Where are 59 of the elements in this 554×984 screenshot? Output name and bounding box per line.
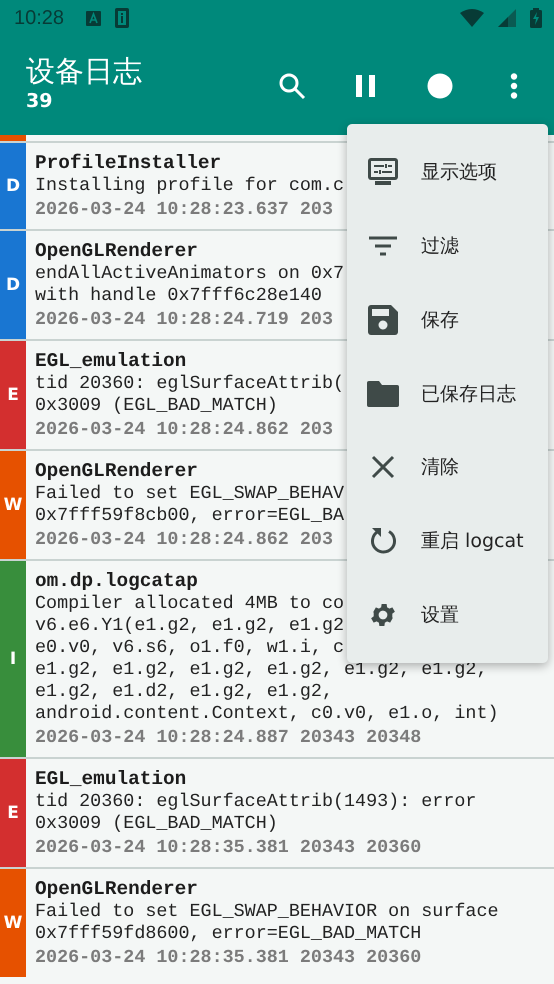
level-letter: D [6,275,20,295]
more-options-icon [510,72,518,98]
menu-item[interactable]: 设置 [347,578,548,652]
log-count: 39 [26,90,54,112]
search-icon [278,72,306,100]
log-meta: 2026-03-24 10:28:35.381 20343 20360 [35,836,422,860]
log-meta: 2026-03-24 10:28:24.887 20343 20348 [35,726,422,750]
log-tag: OpenGLRenderer [35,459,198,483]
folder-icon [367,380,399,406]
signal-icon [498,9,516,27]
log-message: e1.g2, e1.d2, e1.g2, e1.g2, [35,681,333,703]
close-icon [371,455,395,480]
level-letter: E [7,803,19,823]
pause-icon [356,74,376,96]
log-message: Failed to set EGL_SWAP_BEHAV [35,483,344,505]
log-tag: EGL_emulation [35,349,186,373]
level-letter: I [10,649,16,669]
log-message: android.content.Context, c0.v0, e1.o, int) [35,703,499,725]
log-message: v6.e6.Y1(e1.g2, e1.g2, e1.g2 [35,615,344,637]
level-letter: W [4,495,22,515]
log-entry[interactable]: W OpenGLRenderer Failed to set EGL_SWAP_BEHAVIOR on surface 0x7fff59fd8600, error=EGL_BAD_MATCH 2026-03-24 10:28:35.381 20343 20360 [0,869,554,977]
log-tag: OpenGLRenderer [35,239,198,263]
status-time: 10:28 [14,6,64,30]
battery-charging-icon [530,8,542,28]
log-message: 0x3009 (EGL_BAD_MATCH) [35,813,278,835]
log-message: Compiler allocated 4MB to co [35,593,344,615]
log-tag: om.dp.logcatap [35,569,198,593]
log-meta: 2026-03-24 10:28:35.381 20343 20360 [35,946,422,970]
notification-a-icon [86,10,102,26]
log-message: Failed to set EGL_SWAP_BEHAVIOR on surface [35,901,499,923]
log-message: 0x7fff59fd8600, error=EGL_BAD_MATCH [35,923,422,945]
log-message: e1.g2, e1.g2, e1.g2, e1.g2, e1.g2, e1.g2, [35,659,488,681]
level-letter: E [7,385,19,405]
log-message: Installing profile for com.c [35,175,344,197]
level-letter: D [6,176,20,196]
filter-icon [368,236,398,256]
log-tag: OpenGLRenderer [35,877,198,901]
log-meta: 2026-03-24 10:28:23.637 203 [35,198,333,222]
refresh-icon [369,526,397,556]
log-message: e0.v0, v6.s6, o1.f0, w1.i, c [35,637,344,659]
log-message: 0x7fff59f8cb00, error=EGL_BA [35,505,344,527]
log-message: tid 20360: eglSurfaceAttrib( [35,373,344,395]
log-message: endAllActiveAnimators on 0x7 [35,263,344,285]
app-title: 设备日志 [26,52,143,90]
log-meta: 2026-03-24 10:28:24.719 203 [35,308,333,332]
log-tag: ProfileInstaller [35,151,222,175]
log-meta: 2026-03-24 10:28:24.862 203 [35,418,333,442]
record-icon [427,72,453,98]
level-letter: W [4,913,22,933]
menu-item[interactable]: 已保存日志 [347,356,548,430]
log-meta: 2026-03-24 10:28:24.862 203 [35,528,333,552]
wifi-icon [460,9,484,27]
log-message: with handle 0x7fff6c28e140 [35,285,322,307]
log-tag: EGL_emulation [35,767,186,791]
info-card-icon [115,8,130,28]
log-message: tid 20360: eglSurfaceAttrib(1493): error [35,791,476,813]
display-settings-icon [367,156,399,187]
log-entry[interactable]: E EGL_emulation tid 20360: eglSurfaceAttrib(1493): error 0x3009 (EGL_BAD_MATCH) 2026-03-24 10:28:35.381 20343 20360 [0,759,554,867]
log-message: 0x3009 (EGL_BAD_MATCH) [35,395,278,417]
